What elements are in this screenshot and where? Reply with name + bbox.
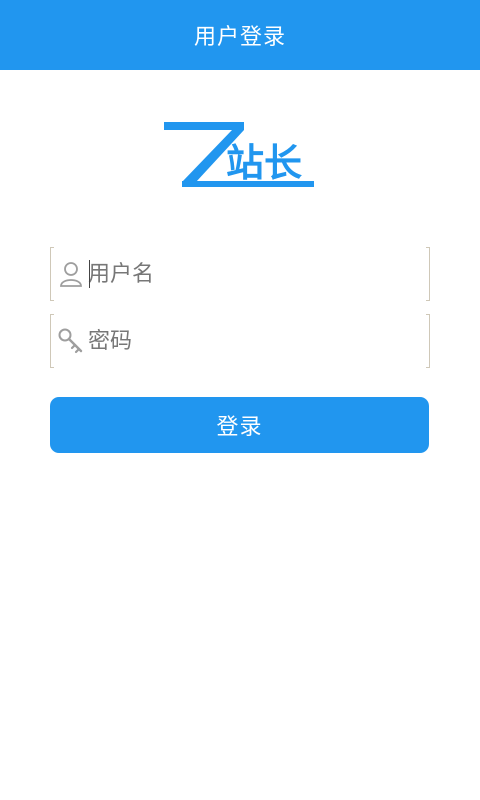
login-screen: 用户登录 站长 登录 bbox=[0, 0, 480, 800]
username-input[interactable] bbox=[88, 255, 418, 293]
zhanzhang-logo: 站长 bbox=[164, 122, 314, 187]
password-field[interactable] bbox=[50, 314, 430, 368]
logo-z-top-bar bbox=[164, 122, 244, 130]
field-bracket-right bbox=[426, 314, 430, 368]
title-bar: 用户登录 bbox=[0, 0, 480, 70]
password-input[interactable] bbox=[88, 322, 418, 360]
logo-text: 站长 bbox=[226, 141, 302, 185]
login-button[interactable]: 登录 bbox=[50, 397, 429, 453]
field-bracket-left bbox=[50, 247, 54, 301]
key-icon bbox=[58, 328, 83, 354]
field-bracket-right bbox=[426, 247, 430, 301]
user-icon bbox=[60, 262, 82, 287]
username-field[interactable] bbox=[50, 247, 430, 301]
text-caret bbox=[89, 260, 90, 288]
page-title: 用户登录 bbox=[193, 25, 286, 50]
field-bracket-left bbox=[50, 314, 54, 368]
